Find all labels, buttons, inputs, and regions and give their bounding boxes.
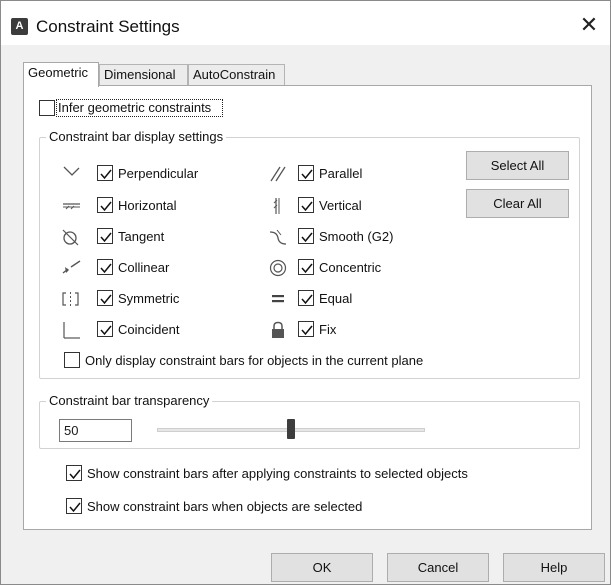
horizontal-label: Horizontal xyxy=(118,198,177,213)
equal-icon xyxy=(272,295,284,303)
title-bar: A Constraint Settings ✕ xyxy=(1,1,610,45)
check-icon xyxy=(100,263,112,274)
symmetric-checkbox[interactable] xyxy=(97,290,113,306)
tab-geometric[interactable]: Geometric xyxy=(23,62,99,87)
check-icon xyxy=(301,201,313,212)
autocad-app-icon: A xyxy=(11,18,28,35)
transparency-slider-thumb[interactable] xyxy=(287,419,295,439)
collinear-label: Collinear xyxy=(118,260,170,275)
concentric-checkbox[interactable] xyxy=(298,259,314,275)
check-icon xyxy=(100,201,112,212)
check-icon xyxy=(301,263,313,274)
coincident-icon xyxy=(63,322,80,339)
infer-checkbox[interactable] xyxy=(39,100,55,116)
check-icon xyxy=(301,232,313,243)
current-plane-checkbox[interactable] xyxy=(64,352,80,368)
dialog-title: Constraint Settings xyxy=(36,17,180,36)
check-icon xyxy=(69,502,81,513)
tangent-icon xyxy=(62,229,79,246)
constraint-settings-dialog: A Constraint Settings ✕ Geometric Dimens… xyxy=(0,0,611,585)
equal-label: Equal xyxy=(319,291,353,306)
collinear-checkbox[interactable] xyxy=(97,259,113,275)
symmetric-icon xyxy=(62,292,79,306)
perpendicular-checkbox[interactable] xyxy=(97,165,113,181)
ok-button[interactable]: OK xyxy=(271,553,373,582)
infer-label: Infer geometric constraints xyxy=(58,100,212,115)
help-button[interactable]: Help xyxy=(503,553,605,582)
show-after-applying-checkbox[interactable] xyxy=(66,465,82,481)
group-title: Constraint bar display settings xyxy=(46,129,227,144)
symmetric-label: Symmetric xyxy=(118,291,180,306)
tab-dimensional[interactable]: Dimensional xyxy=(99,64,188,86)
horizontal-checkbox[interactable] xyxy=(97,197,113,213)
show-when-selected-checkbox[interactable] xyxy=(66,498,82,514)
tangent-label: Tangent xyxy=(118,229,165,244)
concentric-icon xyxy=(269,259,287,277)
smooth-checkbox[interactable] xyxy=(298,228,314,244)
vertical-icon xyxy=(273,198,280,214)
clear-all-button[interactable]: Clear All xyxy=(466,189,569,218)
close-button[interactable]: ✕ xyxy=(576,13,602,39)
smooth-label: Smooth (G2) xyxy=(319,229,394,244)
smooth-icon xyxy=(269,229,287,245)
cancel-button[interactable]: Cancel xyxy=(387,553,489,582)
close-icon: ✕ xyxy=(579,12,599,37)
fix-checkbox[interactable] xyxy=(298,321,314,337)
transparency-group-title: Constraint bar transparency xyxy=(46,393,213,408)
current-plane-label: Only display constraint bars for objects… xyxy=(85,353,424,368)
perpendicular-label: Perpendicular xyxy=(118,166,199,181)
parallel-checkbox[interactable] xyxy=(298,165,314,181)
concentric-label: Concentric xyxy=(319,260,382,275)
coincident-checkbox[interactable] xyxy=(97,321,113,337)
coincident-label: Coincident xyxy=(118,322,180,337)
fix-label: Fix xyxy=(319,322,337,337)
lock-icon xyxy=(272,321,284,338)
vertical-checkbox[interactable] xyxy=(298,197,314,213)
check-icon xyxy=(100,232,112,243)
check-icon xyxy=(301,325,313,336)
show-after-applying-label: Show constraint bars after applying cons… xyxy=(87,466,468,481)
check-icon xyxy=(100,325,112,336)
parallel-icon xyxy=(270,166,286,182)
check-icon xyxy=(100,169,112,180)
tangent-checkbox[interactable] xyxy=(97,228,113,244)
collinear-icon xyxy=(62,260,81,274)
select-all-button[interactable]: Select All xyxy=(466,151,569,180)
show-when-selected-label: Show constraint bars when objects are se… xyxy=(87,499,363,514)
perpendicular-icon xyxy=(63,166,80,176)
parallel-label: Parallel xyxy=(319,166,363,181)
check-icon xyxy=(100,294,112,305)
vertical-label: Vertical xyxy=(319,198,362,213)
transparency-input[interactable]: 50 xyxy=(59,419,132,442)
check-icon xyxy=(69,469,81,480)
equal-checkbox[interactable] xyxy=(298,290,314,306)
check-icon xyxy=(301,294,313,305)
check-icon xyxy=(301,169,313,180)
horizontal-icon xyxy=(63,203,80,210)
tab-autoconstrain[interactable]: AutoConstrain xyxy=(188,64,285,86)
